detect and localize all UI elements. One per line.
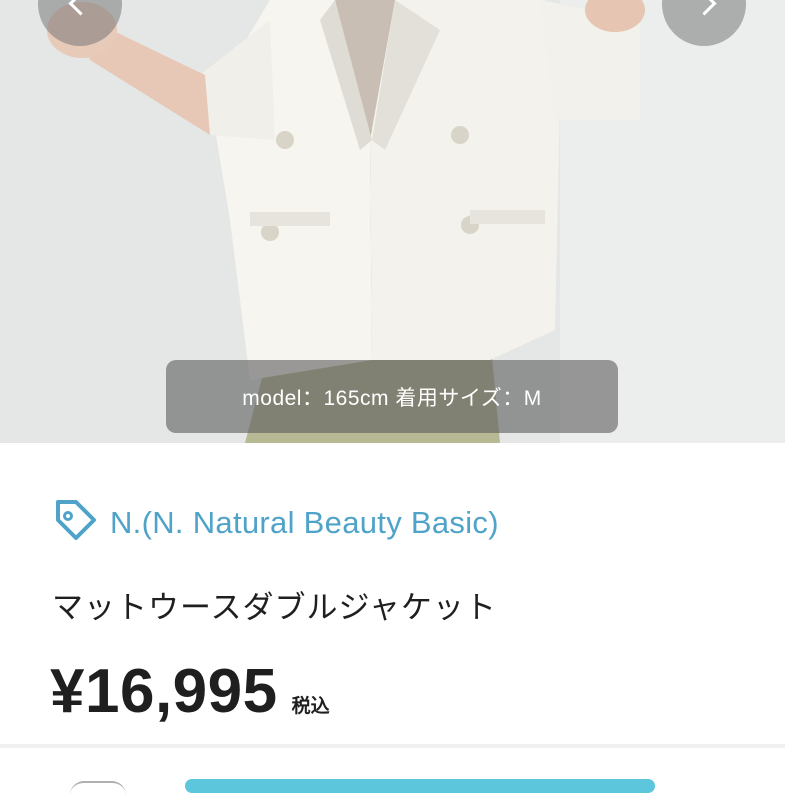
tax-included-label: 税込	[291, 696, 330, 717]
tag-icon	[56, 500, 96, 540]
chevron-left-icon	[67, 0, 93, 16]
section-divider	[0, 744, 785, 748]
chevron-right-icon	[691, 0, 717, 16]
image-caption: model：165cm 着用サイズ：M	[166, 360, 618, 433]
product-title: マットウースダブルジャケット	[52, 590, 497, 625]
price-block: ¥16,995 税込	[50, 656, 330, 727]
brand-name: N.(N. Natural Beauty Basic)	[110, 505, 499, 540]
brand-link[interactable]: N.(N. Natural Beauty Basic)	[52, 500, 499, 546]
product-price: ¥16,995	[50, 657, 278, 726]
product-image[interactable]: model：165cm 着用サイズ：M	[0, 0, 785, 443]
avatar[interactable]	[70, 781, 126, 795]
action-button[interactable]	[185, 779, 655, 793]
